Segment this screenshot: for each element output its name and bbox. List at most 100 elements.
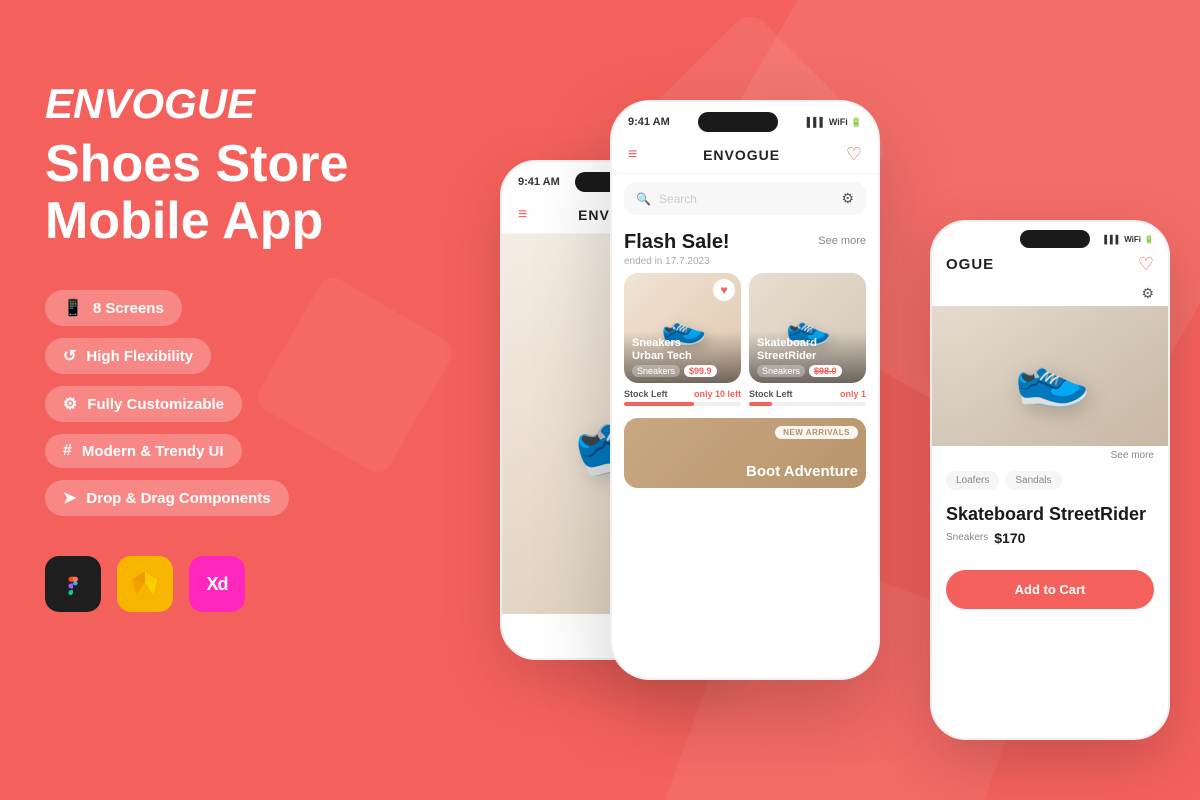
stock-section: Stock Left only 10 left Stock Left only …: [612, 383, 878, 412]
mid-menu-icon: ≡: [628, 146, 637, 164]
phone-front: ▌▌▌ WiFi 🔋 OGUE ♡ ⚙ 👟 See more Loafers S…: [930, 220, 1170, 740]
add-to-cart-button[interactable]: Add to Cart: [946, 570, 1154, 609]
front-filter-row: ⚙: [932, 281, 1168, 306]
left-panel: ENVOGUE Shoes Store Mobile App 📱 8 Scree…: [45, 80, 425, 612]
feature-drag: ➤ Drop & Drag Components: [45, 480, 289, 516]
stock-bar-fill-2: [749, 402, 772, 406]
stock-2-label: Stock Left: [749, 389, 793, 399]
screens-icon: 📱: [63, 298, 83, 318]
product-2-price: $98.0: [809, 365, 842, 377]
front-see-more-row: See more: [932, 446, 1168, 465]
search-placeholder-text: Search: [659, 192, 697, 206]
mid-signal-icon: ▌▌▌: [807, 117, 826, 127]
feature-modern-label: Modern & Trendy UI: [82, 443, 224, 460]
mid-heart-icon: ♡: [846, 144, 862, 165]
new-arrivals-banner[interactable]: NEW ARRIVALS Boot Adventure: [624, 418, 866, 488]
product-2-overlay: SkateboardStreetRider Sneakers $98.0: [749, 331, 866, 383]
stock-2: Stock Left only 1: [749, 389, 866, 406]
mid-battery-icon: 🔋: [851, 117, 862, 128]
back-status-time: 9:41 AM: [518, 176, 560, 188]
front-product-image: 👟: [932, 306, 1168, 446]
mid-search-bar[interactable]: 🔍 Search ⚙: [624, 182, 866, 215]
stock-2-amount: only 1: [840, 389, 866, 399]
product-1-heart[interactable]: ♥: [713, 279, 735, 301]
product-1-name: SneakersUrban Tech: [632, 337, 733, 363]
features-list: 📱 8 Screens ↺ High Flexibility ⚙ Fully C…: [45, 290, 425, 516]
sketch-icon: [117, 556, 173, 612]
front-phone-header: OGUE ♡: [932, 248, 1168, 281]
flexibility-icon: ↺: [63, 346, 76, 366]
new-arrivals-title: Boot Adventure: [746, 463, 858, 480]
phones-area: 9:41 AM ▌▌▌ 🔊 🔋 ≡ ENVOGUE ♡ 👟 9:41 AM ▌▌…: [450, 0, 1200, 800]
stock-bar-1: [624, 402, 741, 406]
front-shoe-icon: 👟: [1007, 335, 1093, 418]
stock-1: Stock Left only 10 left: [624, 389, 741, 406]
search-icon: 🔍: [636, 192, 651, 206]
xd-icon: Xd: [189, 556, 245, 612]
flash-sale-subtitle: ended in 17.7.2023: [612, 256, 878, 273]
mid-phone-logo: ENVOGUE: [703, 147, 780, 163]
product-1-meta: Sneakers $99.9: [632, 365, 733, 377]
front-price: $170: [994, 530, 1025, 546]
feature-drag-label: Drop & Drag Components: [86, 490, 270, 507]
product-2-name: SkateboardStreetRider: [757, 337, 858, 363]
product-1-overlay: SneakersUrban Tech Sneakers $99.9: [624, 331, 741, 383]
flash-sale-title-block: Flash Sale!: [624, 231, 730, 254]
headline-line1: Shoes Store: [45, 135, 348, 193]
phone-mid: 9:41 AM ▌▌▌ WiFi 🔋 ≡ ENVOGUE ♡ 🔍 Search …: [610, 100, 880, 680]
stock-1-row: Stock Left only 10 left: [624, 389, 741, 399]
brand-name: ENVOGUE: [45, 80, 425, 128]
feature-customizable-label: Fully Customizable: [87, 396, 224, 413]
cat-sandals[interactable]: Sandals: [1005, 471, 1061, 490]
back-menu-icon: ≡: [518, 206, 527, 224]
tool-icons: Xd: [45, 556, 425, 612]
product-card-2[interactable]: 👟 SkateboardStreetRider Sneakers $98.0: [749, 273, 866, 383]
product-card-1[interactable]: 👟 ♥ SneakersUrban Tech Sneakers $99.9: [624, 273, 741, 383]
customizable-icon: ⚙: [63, 394, 77, 414]
new-arrivals-badge: NEW ARRIVALS: [775, 426, 858, 439]
stock-bar-2: [749, 402, 866, 406]
feature-customizable: ⚙ Fully Customizable: [45, 386, 242, 422]
figma-icon: [45, 556, 101, 612]
front-see-more[interactable]: See more: [1111, 450, 1154, 461]
cat-loafers[interactable]: Loafers: [946, 471, 999, 490]
mid-notch: [698, 112, 778, 132]
front-product-info: Skateboard StreetRider Sneakers $170: [932, 496, 1168, 564]
flash-sale-header: Flash Sale! See more: [612, 223, 878, 256]
feature-flexibility-label: High Flexibility: [86, 348, 193, 365]
flash-sale-see-more[interactable]: See more: [818, 235, 866, 247]
mid-status-icons: ▌▌▌ WiFi 🔋: [807, 117, 862, 128]
front-wifi-icon: WiFi: [1124, 235, 1141, 244]
stock-1-label: Stock Left: [624, 389, 668, 399]
product-1-price: $99.9: [684, 365, 717, 377]
front-notch: [1020, 230, 1090, 248]
stock-bar-container: Stock Left only 10 left Stock Left only …: [624, 389, 866, 406]
drag-icon: ➤: [63, 488, 76, 508]
stock-2-row: Stock Left only 1: [749, 389, 866, 399]
front-battery-icon: 🔋: [1144, 235, 1154, 244]
front-status-bar: ▌▌▌ WiFi 🔋: [932, 222, 1168, 248]
headline: Shoes Store Mobile App: [45, 136, 425, 250]
front-logo: OGUE: [946, 256, 994, 273]
new-arrivals-bg: NEW ARRIVALS Boot Adventure: [624, 418, 866, 488]
feature-flexibility: ↺ High Flexibility: [45, 338, 211, 374]
product-1-category: Sneakers: [632, 365, 680, 377]
front-status-icons: ▌▌▌ WiFi 🔋: [1104, 235, 1154, 244]
mid-phone-header: ≡ ENVOGUE ♡: [612, 136, 878, 174]
headline-line2: Mobile App: [45, 192, 323, 250]
stock-1-amount: only 10 left: [694, 389, 741, 399]
front-filter-icon[interactable]: ⚙: [1141, 285, 1154, 302]
stock-bar-fill-1: [624, 402, 694, 406]
feature-screens-label: 8 Screens: [93, 300, 164, 317]
front-heart-icon[interactable]: ♡: [1138, 254, 1154, 275]
product-2-category: Sneakers: [757, 365, 805, 377]
flash-sale-title: Flash Sale!: [624, 231, 730, 254]
filter-icon[interactable]: ⚙: [841, 190, 854, 207]
xd-label: Xd: [206, 574, 227, 595]
product-2-meta: Sneakers $98.0: [757, 365, 858, 377]
modern-icon: #: [63, 442, 72, 460]
feature-screens: 📱 8 Screens: [45, 290, 182, 326]
feature-modern: # Modern & Trendy UI: [45, 434, 242, 468]
mid-wifi-icon: WiFi: [829, 117, 848, 127]
front-signal-icon: ▌▌▌: [1104, 235, 1121, 244]
